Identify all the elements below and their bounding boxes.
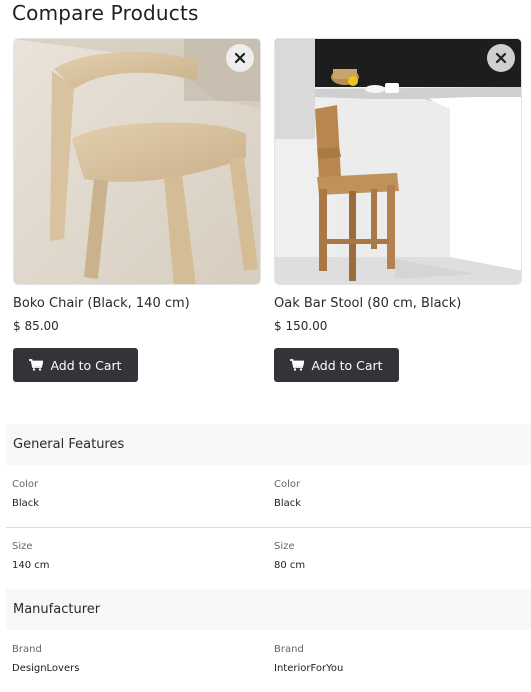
- attribute-value: 140 cm: [12, 560, 50, 571]
- attribute-label: Brand: [12, 644, 42, 655]
- attribute-value: DesignLovers: [12, 663, 80, 674]
- attribute-brand-product-1: Brand DesignLovers: [12, 644, 79, 674]
- product-name[interactable]: Oak Bar Stool (80 cm, Black): [274, 296, 522, 311]
- attribute-color-product-2: Color Black: [274, 479, 301, 509]
- attribute-label: Size: [12, 541, 33, 552]
- section-header-manufacturer: Manufacturer: [6, 589, 531, 630]
- add-to-cart-button[interactable]: Add to Cart: [274, 348, 399, 382]
- close-icon: [495, 52, 507, 64]
- add-to-cart-button[interactable]: Add to Cart: [13, 348, 138, 382]
- chair-photo: [14, 39, 260, 284]
- add-to-cart-label: Add to Cart: [311, 357, 383, 373]
- attribute-label: Brand: [274, 644, 304, 655]
- bar-stool-photo: [275, 39, 521, 284]
- remove-product-button[interactable]: [226, 44, 254, 72]
- page-title: Compare Products: [12, 1, 199, 25]
- attribute-value: 80 cm: [274, 560, 306, 571]
- cart-icon: [29, 359, 44, 371]
- close-icon: [234, 52, 246, 64]
- product-name[interactable]: Boko Chair (Black, 140 cm): [13, 296, 261, 311]
- row-divider: [6, 527, 531, 528]
- attribute-value: Black: [274, 498, 302, 509]
- attribute-color-product-1: Color Black: [12, 479, 39, 509]
- cart-icon: [290, 359, 305, 371]
- attribute-value: Black: [12, 498, 40, 509]
- attribute-label: Color: [12, 479, 39, 490]
- attribute-brand-product-2: Brand InteriorForYou: [274, 644, 343, 674]
- product-card: Oak Bar Stool (80 cm, Black) $ 150.00 Ad…: [274, 38, 522, 382]
- product-image-oak-bar-stool[interactable]: [274, 38, 522, 285]
- product-card: Boko Chair (Black, 140 cm) $ 85.00 Add t…: [13, 38, 261, 382]
- attribute-label: Size: [274, 541, 295, 552]
- product-price: $ 85.00: [13, 319, 59, 333]
- attribute-size-product-1: Size 140 cm: [12, 541, 50, 571]
- add-to-cart-label: Add to Cart: [50, 357, 122, 373]
- product-image-boko-chair[interactable]: [13, 38, 261, 285]
- product-price: $ 150.00: [274, 319, 328, 333]
- attribute-size-product-2: Size 80 cm: [274, 541, 305, 571]
- attribute-label: Color: [274, 479, 301, 490]
- remove-product-button[interactable]: [487, 44, 515, 72]
- attribute-value: InteriorForYou: [274, 663, 344, 674]
- section-header-general-features: General Features: [6, 424, 531, 465]
